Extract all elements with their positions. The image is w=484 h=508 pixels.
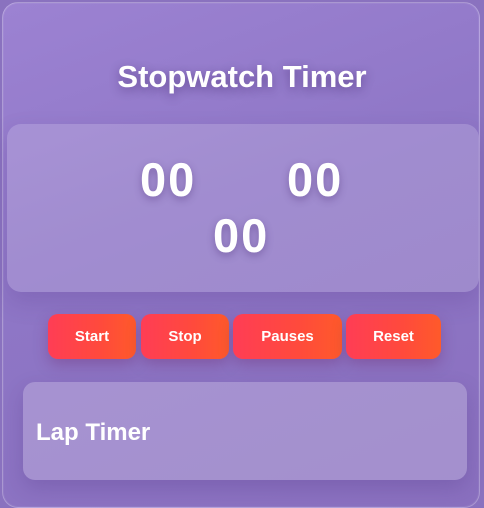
start-button[interactable]: Start [48, 314, 136, 359]
pause-button[interactable]: Pauses [233, 314, 342, 359]
timer-display: 00 00 00 [7, 124, 479, 292]
reset-button[interactable]: Reset [346, 314, 441, 359]
stopwatch-card: Stopwatch Timer 00 00 00 Start Stop Paus… [2, 2, 480, 508]
lap-timer-title: Lap Timer [36, 419, 151, 446]
stop-button[interactable]: Stop [141, 314, 229, 359]
lap-timer-panel: Lap Timer [23, 382, 467, 480]
hours-readout: 00 [140, 153, 197, 206]
page-title: Stopwatch Timer [117, 59, 367, 94]
minutes-readout: 00 [287, 153, 344, 206]
seconds-readout: 00 [213, 209, 270, 262]
